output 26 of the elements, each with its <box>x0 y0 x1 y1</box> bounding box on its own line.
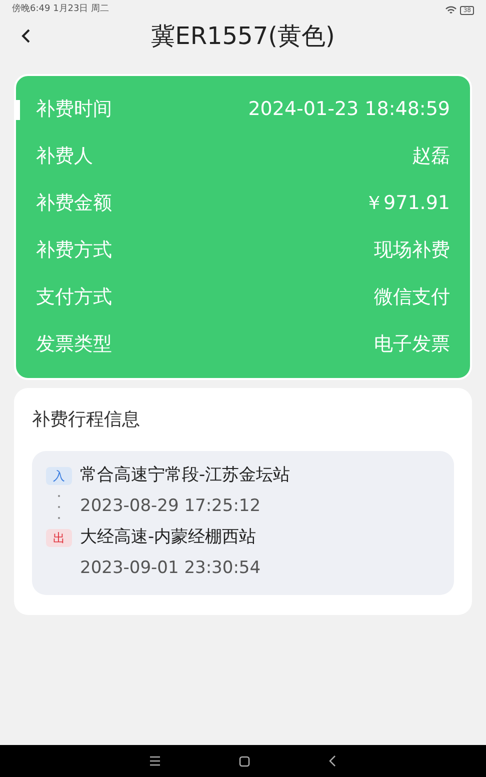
detail-value: 现场补费 <box>374 238 450 264</box>
detail-value: 2024-01-23 18:48:59 <box>248 97 450 122</box>
detail-value: 赵磊 <box>412 144 450 170</box>
station-time: 2023-08-29 17:25:12 <box>80 495 261 518</box>
station-name: 大经高速-内蒙经棚西站 <box>80 526 256 550</box>
detail-value: 微信支付 <box>374 285 450 310</box>
menu-icon[interactable] <box>149 756 162 766</box>
home-icon[interactable] <box>239 756 250 766</box>
back-icon[interactable] <box>328 755 337 767</box>
detail-label: 补费方式 <box>36 238 112 264</box>
exit-badge: 出 <box>46 529 72 547</box>
detail-label: 补费人 <box>36 144 93 170</box>
station-name: 常合高速宁常段-江苏金坛站 <box>80 464 290 488</box>
detail-value: 电子发票 <box>374 332 450 358</box>
detail-label: 支付方式 <box>36 285 112 310</box>
back-icon <box>21 28 31 44</box>
status-time: 傍晚6:49 1月23日 周二 <box>12 3 110 16</box>
detail-label: 补费金额 <box>36 191 112 216</box>
station-time: 2023-09-01 23:30:54 <box>80 557 261 580</box>
detail-value: ￥971.91 <box>364 191 450 216</box>
entry-badge: 入 <box>46 467 72 485</box>
wifi-icon <box>445 6 458 14</box>
detail-label: 发票类型 <box>36 332 112 358</box>
section-title: 补费行程信息 <box>32 408 141 432</box>
page-title: 冀ER1557(黄色) <box>151 21 335 52</box>
detail-label: 补费时间 <box>36 97 112 122</box>
